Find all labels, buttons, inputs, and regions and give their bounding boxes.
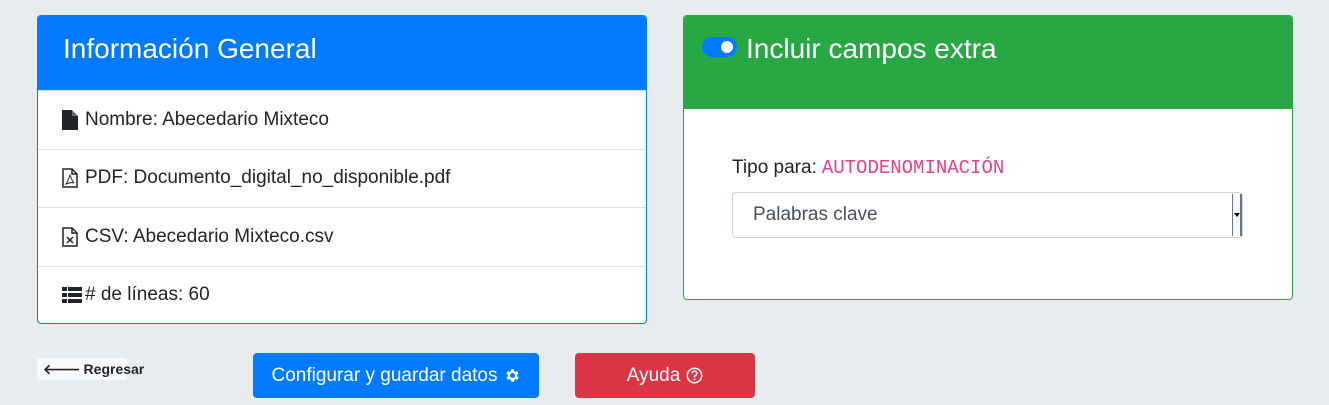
list-item-pdf: PDF: Documento_digital_no_disponible.pdf bbox=[38, 148, 646, 208]
type-row: Tipo para: AUTODENOMINACIÓN bbox=[732, 157, 1244, 179]
list-icon bbox=[62, 284, 82, 306]
arrow-left-icon: 🡐 bbox=[43, 360, 81, 377]
list-item-csv-text: CSV: Abecedario Mixteco.csv bbox=[85, 225, 334, 247]
back-button[interactable]: 🡐 Regresar bbox=[37, 358, 144, 380]
extra-fields-card: Incluir campos extra Tipo para: AUTODENO… bbox=[683, 15, 1293, 300]
save-config-button[interactable]: Configurar y guardar datos bbox=[253, 353, 539, 398]
extra-fields-header: Incluir campos extra bbox=[684, 16, 1292, 109]
extra-fields-toggle[interactable] bbox=[702, 37, 737, 57]
list-item-name: Nombre: Abecedario Mixteco bbox=[38, 90, 646, 149]
gear-icon bbox=[504, 367, 521, 384]
save-config-label: Configurar y guardar datos bbox=[271, 364, 498, 386]
file-csv-icon bbox=[62, 226, 82, 248]
list-item-lines: # de líneas: 60 bbox=[38, 265, 646, 324]
list-item-pdf-text: PDF: Documento_digital_no_disponible.pdf bbox=[85, 167, 451, 189]
chevron-down-icon[interactable] bbox=[1232, 194, 1242, 236]
extra-fields-body: Tipo para: AUTODENOMINACIÓN Palabras cla… bbox=[684, 109, 1292, 238]
help-button-label: Ayuda bbox=[626, 364, 681, 386]
file-icon bbox=[62, 109, 82, 131]
type-label: Tipo para: bbox=[732, 157, 817, 178]
back-button-label: Regresar bbox=[83, 361, 145, 377]
type-value: AUTODENOMINACIÓN bbox=[821, 157, 1005, 179]
list-item-lines-text: # de líneas: 60 bbox=[85, 284, 210, 306]
general-info-card: Información General Nombre: Abecedario M… bbox=[37, 15, 647, 324]
file-pdf-icon bbox=[62, 167, 82, 189]
toggle-knob bbox=[721, 41, 733, 53]
help-button[interactable]: Ayuda bbox=[575, 353, 755, 398]
list-item-name-text: Nombre: Abecedario Mixteco bbox=[85, 108, 329, 130]
list-item-csv: CSV: Abecedario Mixteco.csv bbox=[38, 207, 646, 266]
type-select[interactable]: Palabras clave bbox=[732, 192, 1243, 238]
general-info-title: Información General bbox=[38, 16, 646, 90]
extra-fields-title: Incluir campos extra bbox=[746, 33, 997, 64]
type-select-value: Palabras clave bbox=[753, 204, 878, 225]
question-circle-icon bbox=[686, 367, 703, 384]
